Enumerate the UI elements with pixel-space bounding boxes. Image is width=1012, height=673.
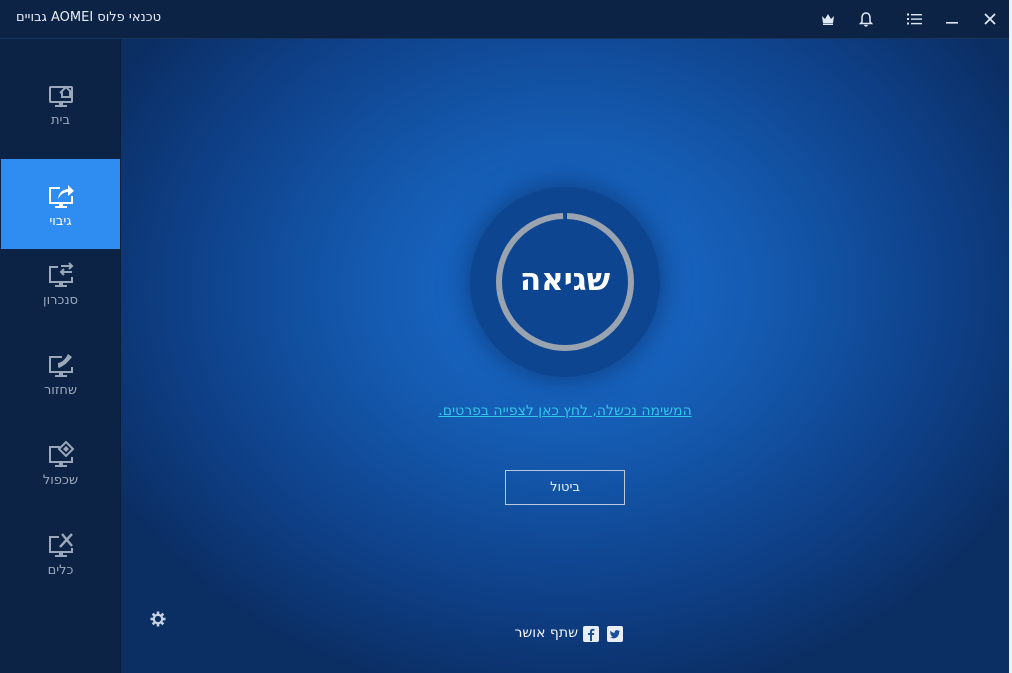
sidebar-item-tools[interactable]: כלים <box>1 508 120 598</box>
minimize-icon[interactable] <box>941 8 963 30</box>
title-bar: טכנאי פלוס AOMEI גבויים <box>0 0 1009 39</box>
sidebar-item-backup[interactable]: גיבוי <box>1 159 120 249</box>
sidebar: בית גיבוי סנכרון שחזור שכפול כלים <box>0 39 121 673</box>
app-window: טכנאי פלוס AOMEI גבויים בית גיבוי סנכרון… <box>0 0 1009 673</box>
sidebar-item-label: סנכרון <box>43 292 78 308</box>
restore-monitor-icon <box>48 353 73 377</box>
status-text: שגיאה <box>519 262 611 298</box>
sidebar-item-label: שחזור <box>43 382 78 398</box>
tools-monitor-icon <box>48 532 73 557</box>
sidebar-item-label: כלים <box>47 562 74 578</box>
sidebar-item-label: שכפול <box>42 472 79 488</box>
sidebar-item-label: גיבוי <box>49 213 72 229</box>
share-label: שתף אושר <box>514 625 578 641</box>
sidebar-item-label: בית <box>51 112 70 128</box>
bell-icon[interactable] <box>855 8 877 30</box>
gear-icon[interactable] <box>148 609 168 629</box>
home-monitor-icon <box>48 85 73 107</box>
crown-icon[interactable] <box>817 8 839 30</box>
clone-monitor-icon <box>48 440 74 467</box>
cancel-button[interactable]: ביטול <box>505 470 625 505</box>
sidebar-item-sync[interactable]: סנכרון <box>1 238 120 328</box>
backup-monitor-icon <box>48 184 74 208</box>
sync-monitor-icon <box>48 261 73 287</box>
failure-details-link[interactable]: המשימה נכשלה, לחץ כאן לצפייה בפרטים. <box>380 403 750 419</box>
twitter-icon[interactable] <box>607 626 623 642</box>
sidebar-item-clone[interactable]: שכפול <box>1 418 120 508</box>
close-icon[interactable] <box>979 8 1001 30</box>
window-title: טכנאי פלוס AOMEI גבויים <box>16 10 162 25</box>
facebook-icon[interactable] <box>583 626 599 642</box>
menu-icon[interactable] <box>903 8 925 30</box>
sidebar-item-restore[interactable]: שחזור <box>1 328 120 418</box>
sidebar-item-home[interactable]: בית <box>1 58 120 148</box>
